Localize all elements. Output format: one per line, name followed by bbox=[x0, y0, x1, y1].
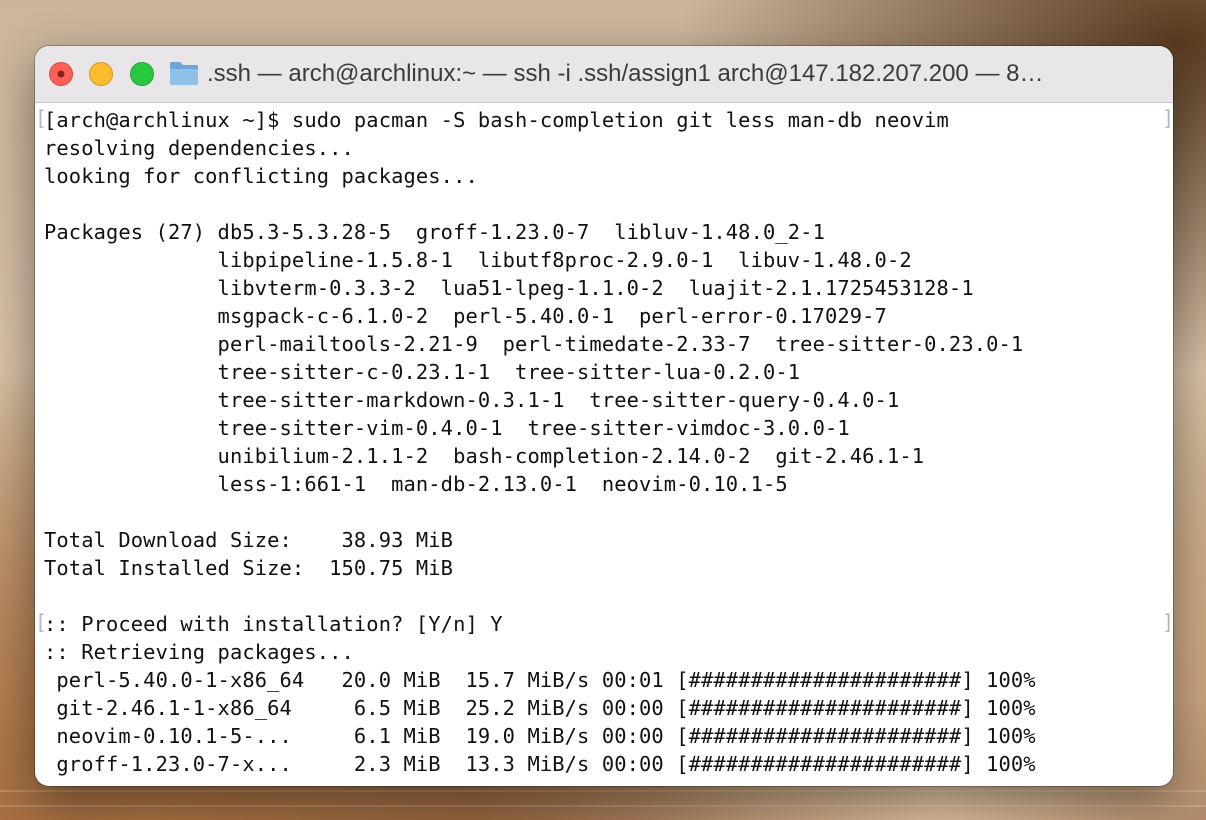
terminal-line: neovim-0.10.1-5-... 6.1 MiB 19.0 MiB/s 0… bbox=[44, 724, 1036, 748]
terminal-line: looking for conflicting packages... bbox=[44, 164, 478, 188]
wallpaper-stripe bbox=[0, 790, 1206, 792]
window-title: .ssh — arch@archlinux:~ — ssh -i .ssh/as… bbox=[207, 60, 1044, 87]
close-icon bbox=[57, 70, 65, 78]
terminal-line: perl-5.40.0-1-x86_64 20.0 MiB 15.7 MiB/s… bbox=[44, 668, 1036, 692]
line-end-marker: ] bbox=[1162, 610, 1173, 634]
terminal-line: tree-sitter-c-0.23.1-1 tree-sitter-lua-0… bbox=[44, 360, 801, 384]
terminal-line: libpipeline-1.5.8-1 libutf8proc-2.9.0-1 … bbox=[44, 248, 912, 272]
terminal-output[interactable]: [ ] [ ] [arch@archlinux ~]$ sudo pacman … bbox=[35, 103, 1173, 786]
terminal-lines: [arch@archlinux ~]$ sudo pacman -S bash-… bbox=[44, 106, 1036, 778]
terminal-line: groff-1.23.0-7-x... 2.3 MiB 13.3 MiB/s 0… bbox=[44, 752, 1036, 776]
terminal-line: Packages (27) db5.3-5.3.28-5 groff-1.23.… bbox=[44, 220, 825, 244]
title-bar[interactable]: .ssh — arch@archlinux:~ — ssh -i .ssh/as… bbox=[35, 46, 1173, 103]
terminal-line: [arch@archlinux ~]$ sudo pacman -S bash-… bbox=[44, 108, 949, 132]
terminal-line: unibilium-2.1.1-2 bash-completion-2.14.0… bbox=[44, 444, 925, 468]
terminal-line: perl-mailtools-2.21-9 perl-timedate-2.33… bbox=[44, 332, 1024, 356]
terminal-line: Total Installed Size: 150.75 MiB bbox=[44, 556, 454, 580]
terminal-line: git-2.46.1-1-x86_64 6.5 MiB 25.2 MiB/s 0… bbox=[44, 696, 1036, 720]
minimize-button[interactable] bbox=[89, 62, 113, 86]
terminal-line: msgpack-c-6.1.0-2 perl-5.40.0-1 perl-err… bbox=[44, 304, 887, 328]
terminal-line: less-1:661-1 man-db-2.13.0-1 neovim-0.10… bbox=[44, 472, 788, 496]
wallpaper-stripe bbox=[0, 805, 1206, 807]
terminal-line: tree-sitter-markdown-0.3.1-1 tree-sitter… bbox=[44, 388, 900, 412]
terminal-window: .ssh — arch@archlinux:~ — ssh -i .ssh/as… bbox=[35, 46, 1173, 786]
maximize-button[interactable] bbox=[130, 62, 154, 86]
terminal-line: resolving dependencies... bbox=[44, 136, 354, 160]
terminal-line: :: Proceed with installation? [Y/n] Y bbox=[44, 612, 503, 636]
terminal-line: libvterm-0.3.3-2 lua51-lpeg-1.1.0-2 luaj… bbox=[44, 276, 974, 300]
folder-icon bbox=[170, 62, 198, 85]
close-button[interactable] bbox=[49, 62, 73, 86]
terminal-line: Total Download Size: 38.93 MiB bbox=[44, 528, 454, 552]
line-end-marker: ] bbox=[1162, 106, 1173, 130]
terminal-line: tree-sitter-vim-0.4.0-1 tree-sitter-vimd… bbox=[44, 416, 850, 440]
terminal-line: :: Retrieving packages... bbox=[44, 640, 354, 664]
